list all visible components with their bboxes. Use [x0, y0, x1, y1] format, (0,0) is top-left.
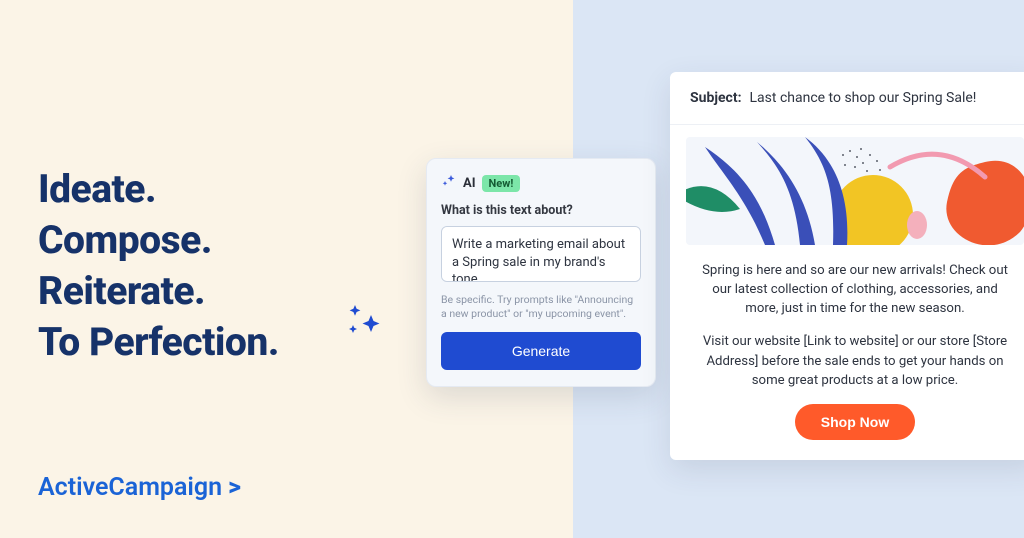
- email-subject-label: Subject:: [690, 90, 742, 106]
- ai-sparkle-icon: [441, 173, 457, 193]
- ai-label: AI: [463, 176, 476, 191]
- ai-hint: Be specific. Try prompts like "Announcin…: [441, 293, 641, 321]
- ai-card-header: AI New!: [441, 173, 641, 193]
- brand-name: ActiveCampaign: [38, 473, 222, 502]
- brand-arrow-icon: >: [228, 473, 241, 502]
- headline-line-1: Ideate.: [38, 164, 279, 215]
- shop-now-button[interactable]: Shop Now: [795, 404, 915, 440]
- ai-prompt-card: AI New! What is this text about? Be spec…: [426, 158, 656, 387]
- email-subject-row: Subject: Last chance to shop our Spring …: [670, 72, 1024, 125]
- ai-prompt-input[interactable]: [441, 226, 641, 282]
- email-subject-value: Last chance to shop our Spring Sale!: [750, 90, 977, 106]
- email-preview-card: Subject: Last chance to shop our Spring …: [670, 72, 1024, 460]
- sparkles-icon: [341, 299, 383, 345]
- headline-line-2: Compose.: [38, 215, 279, 266]
- email-body: Spring is here and so are our new arriva…: [670, 255, 1024, 460]
- headline-line-4: To Perfection.: [38, 317, 279, 368]
- headline: Ideate. Compose. Reiterate. To Perfectio…: [38, 164, 279, 368]
- email-hero-image: [686, 137, 1024, 245]
- ai-new-badge: New!: [482, 175, 521, 192]
- brand-logo: ActiveCampaign >: [38, 473, 241, 502]
- generate-button[interactable]: Generate: [441, 332, 641, 370]
- email-paragraph-2: Visit our website [Link to website] or o…: [696, 332, 1014, 389]
- headline-line-3: Reiterate.: [38, 266, 279, 317]
- ai-prompt-label: What is this text about?: [441, 203, 641, 218]
- email-paragraph-1: Spring is here and so are our new arriva…: [696, 261, 1014, 318]
